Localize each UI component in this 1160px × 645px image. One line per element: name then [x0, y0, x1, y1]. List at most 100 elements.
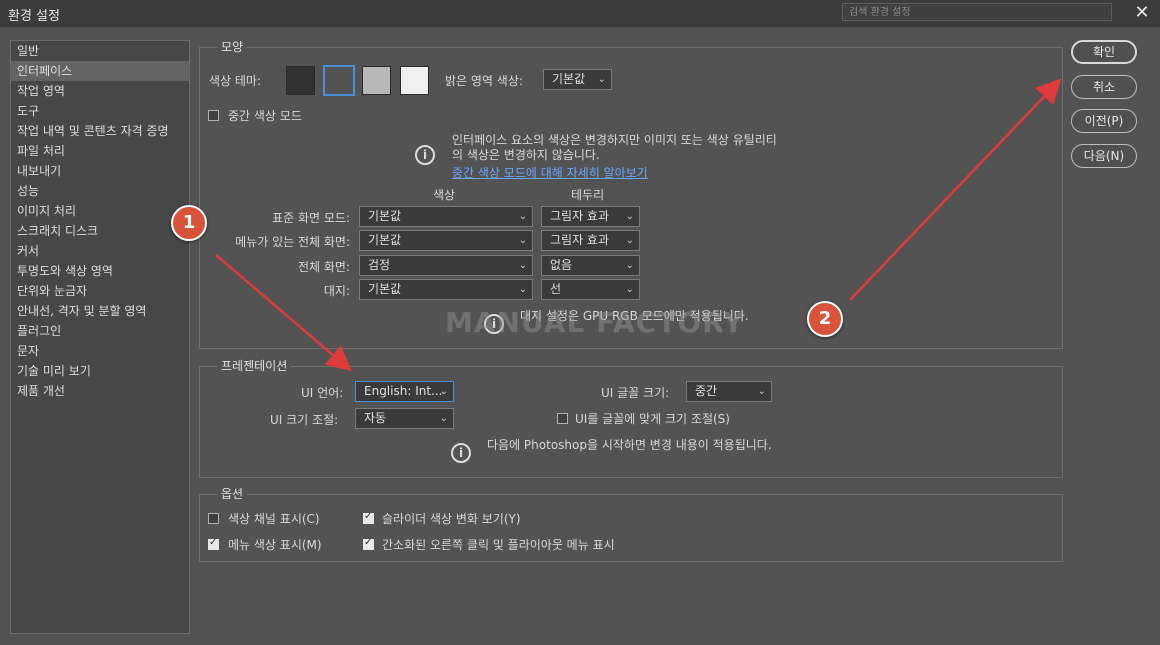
- condensed-menus-label: 간소화된 오른쪽 클릭 및 플라이아웃 메뉴 표시: [382, 538, 615, 552]
- options-legend: 옵션: [217, 485, 248, 502]
- sidebar-item[interactable]: 스크래치 디스크: [11, 221, 189, 241]
- screen-border-value: 없음: [550, 258, 573, 272]
- sidebar-item[interactable]: 파일 처리: [11, 141, 189, 161]
- screen-border-value: 그림자 효과: [550, 233, 610, 247]
- screen-color-value: 검정: [368, 258, 391, 272]
- ui-scaling-dropdown[interactable]: 자동 ⌄: [355, 408, 454, 429]
- color-theme-label: 색상 테마:: [209, 74, 262, 88]
- mid-gray-label: 중간 색상 모드: [228, 109, 302, 123]
- scale-to-font-label: UI를 글꼴에 맞게 크기 조절(S): [575, 412, 730, 426]
- chevron-down-icon: ⌄: [625, 260, 634, 271]
- ui-language-value: English: Int...: [364, 384, 443, 398]
- info-icon: i: [415, 145, 435, 165]
- appearance-legend: 모양: [217, 38, 248, 55]
- restart-note: 다음에 Photoshop을 시작하면 변경 내용이 적용됩니다.: [487, 438, 772, 452]
- mid-gray-checkbox[interactable]: [208, 110, 219, 121]
- sidebar-item[interactable]: 기술 미리 보기: [11, 361, 189, 381]
- menu-colors-checkbox[interactable]: [208, 537, 219, 550]
- chevron-down-icon: ⌄: [518, 260, 527, 271]
- sidebar-item[interactable]: 작업 영역: [11, 81, 189, 101]
- screen-border-dropdown[interactable]: 그림자 효과 ⌄: [541, 206, 640, 227]
- sidebar-item[interactable]: 이미지 처리: [11, 201, 189, 221]
- sidebar-item[interactable]: 제품 개선: [11, 381, 189, 401]
- screen-border-value: 그림자 효과: [550, 209, 610, 223]
- sidebar-item[interactable]: 문자: [11, 341, 189, 361]
- sidebar-item[interactable]: 내보내기: [11, 161, 189, 181]
- info-icon: i: [451, 443, 471, 463]
- ui-font-size-dropdown[interactable]: 중간 ⌄: [686, 381, 772, 402]
- theme-swatch-light[interactable]: [362, 66, 391, 95]
- learn-more-link[interactable]: 중간 색상 모드에 대해 자세히 알아보기: [452, 164, 648, 181]
- dynamic-sliders-checkbox[interactable]: [363, 511, 374, 524]
- prev-button[interactable]: 이전(P): [1071, 109, 1137, 133]
- chevron-down-icon: ⌄: [518, 235, 527, 246]
- ui-language-label: UI 언어:: [301, 386, 344, 400]
- sidebar-item[interactable]: 커서: [11, 241, 189, 261]
- screen-color-value: 기본값: [368, 209, 402, 223]
- window-title: 환경 설정: [8, 9, 60, 24]
- screen-color-value: 기본값: [368, 282, 402, 296]
- screen-color-value: 기본값: [368, 233, 402, 247]
- ui-font-size-value: 중간: [695, 384, 718, 398]
- chevron-down-icon: ⌄: [625, 284, 634, 295]
- ui-scaling-label: UI 크기 조절:: [270, 413, 339, 427]
- chevron-down-icon: ⌄: [518, 284, 527, 295]
- ui-scaling-value: 자동: [364, 411, 387, 425]
- sidebar-item[interactable]: 도구: [11, 101, 189, 121]
- screen-color-dropdown[interactable]: 검정 ⌄: [359, 255, 533, 276]
- chevron-down-icon: ⌄: [625, 211, 634, 222]
- annotation-badge-2: 2: [807, 301, 843, 337]
- color-channels-checkbox[interactable]: [208, 513, 219, 524]
- border-column-header: 테두리: [571, 188, 605, 202]
- sidebar-item[interactable]: 인터페이스: [11, 61, 189, 81]
- ui-language-dropdown[interactable]: English: Int... ⌄: [355, 381, 454, 402]
- ok-button[interactable]: 확인: [1071, 40, 1137, 64]
- watermark: MANUAL FACTORY: [445, 306, 745, 339]
- sidebar-item[interactable]: 안내선, 격자 및 분할 영역: [11, 301, 189, 321]
- annotation-badge-1: 1: [171, 205, 207, 241]
- screen-border-dropdown[interactable]: 없음 ⌄: [541, 255, 640, 276]
- sidebar-item[interactable]: 단위와 눈금자: [11, 281, 189, 301]
- screen-mode-label: 대지:: [323, 284, 350, 298]
- cancel-button[interactable]: 취소: [1071, 75, 1137, 99]
- theme-swatch-lightest[interactable]: [400, 66, 429, 95]
- highlight-color-value: 기본값: [552, 72, 586, 86]
- highlight-color-label: 밝은 영역 색상:: [445, 74, 523, 88]
- ui-font-size-label: UI 글꼴 크기:: [601, 386, 670, 400]
- scale-to-font-checkbox[interactable]: [557, 413, 568, 424]
- chevron-down-icon: ⌄: [625, 235, 634, 246]
- chevron-down-icon: ⌄: [518, 211, 527, 222]
- search-preferences-input[interactable]: 검색 환경 설정: [842, 3, 1112, 21]
- next-button[interactable]: 다음(N): [1071, 144, 1137, 168]
- chevron-down-icon: ⌄: [439, 413, 448, 424]
- chevron-down-icon: ⌄: [757, 386, 766, 397]
- sidebar-item[interactable]: 성능: [11, 181, 189, 201]
- options-group: [199, 494, 1063, 562]
- presentation-legend: 프레젠테이션: [217, 357, 292, 374]
- color-channels-label: 색상 채널 표시(C): [228, 512, 320, 526]
- screen-border-dropdown[interactable]: 그림자 효과 ⌄: [541, 230, 640, 251]
- screen-color-dropdown[interactable]: 기본값 ⌄: [359, 279, 533, 300]
- sidebar-item[interactable]: 투명도와 색상 영역: [11, 261, 189, 281]
- chevron-down-icon: ⌄: [597, 74, 606, 85]
- theme-swatch-darkest[interactable]: [286, 66, 315, 95]
- screen-border-dropdown[interactable]: 선 ⌄: [541, 279, 640, 300]
- screen-mode-label: 메뉴가 있는 전체 화면:: [235, 235, 350, 249]
- screen-mode-label: 전체 화면:: [297, 260, 350, 274]
- theme-swatch-dark[interactable]: [323, 65, 355, 96]
- highlight-color-dropdown[interactable]: 기본값 ⌄: [543, 69, 612, 90]
- color-column-header: 색상: [433, 188, 456, 202]
- condensed-menus-checkbox[interactable]: [363, 537, 374, 550]
- screen-border-value: 선: [550, 282, 562, 296]
- close-icon[interactable]: ✕: [1130, 2, 1154, 24]
- screen-color-dropdown[interactable]: 기본값 ⌄: [359, 206, 533, 227]
- sidebar-item[interactable]: 작업 내역 및 콘텐츠 자격 증명: [11, 121, 189, 141]
- dynamic-sliders-label: 슬라이더 색상 변화 보기(Y): [382, 512, 521, 526]
- chevron-down-icon: ⌄: [439, 386, 448, 397]
- screen-mode-label: 표준 화면 모드:: [272, 211, 350, 225]
- screen-color-dropdown[interactable]: 기본값 ⌄: [359, 230, 533, 251]
- sidebar-item[interactable]: 플러그인: [11, 321, 189, 341]
- menu-colors-label: 메뉴 색상 표시(M): [228, 538, 322, 552]
- info-text-line2: 의 색상은 변경하지 않습니다.: [452, 148, 600, 162]
- sidebar-item[interactable]: 일반: [11, 41, 189, 61]
